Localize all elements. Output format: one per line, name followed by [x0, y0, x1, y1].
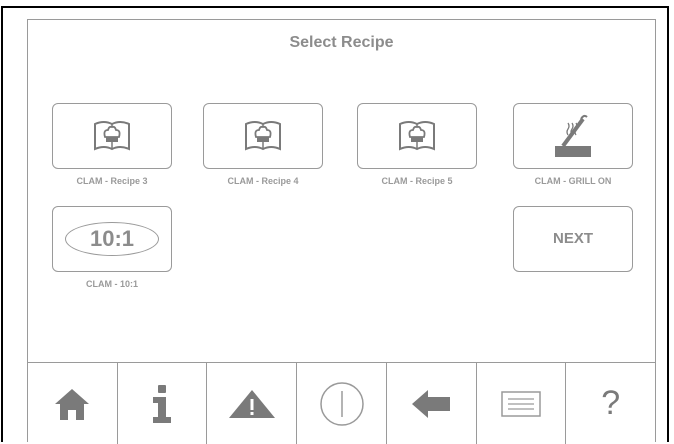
recipe-4-label: CLAM - Recipe 4: [227, 176, 299, 186]
recipe-3-label: CLAM - Recipe 3: [76, 176, 148, 186]
page-title: Select Recipe: [289, 34, 394, 51]
recipe-4-button[interactable]: [203, 103, 323, 169]
warning-icon: [228, 389, 275, 418]
chef-book-icon: [399, 121, 435, 151]
touch-screen: Select Recipe CLAM - Recipe 3 CLAM - Rec…: [27, 19, 656, 444]
recipe-5-button[interactable]: [357, 103, 477, 169]
info-button[interactable]: [118, 363, 208, 444]
grill-icon: [555, 114, 591, 157]
home-icon: [55, 388, 90, 420]
ratio-badge: 10:1: [65, 222, 159, 256]
menu-button[interactable]: [477, 363, 567, 444]
power-button[interactable]: [297, 363, 387, 444]
bottom-nav: ?: [28, 362, 655, 444]
back-button[interactable]: [387, 363, 477, 444]
info-icon: [153, 384, 172, 423]
back-arrow-icon: [412, 389, 451, 418]
recipe-5-label: CLAM - Recipe 5: [381, 176, 453, 186]
menu-list-icon: [501, 390, 541, 417]
help-button[interactable]: ?: [566, 363, 655, 444]
grill-on-label: CLAM - GRILL ON: [534, 176, 612, 186]
recipe-3-button[interactable]: [52, 103, 172, 169]
help-icon: ?: [601, 384, 621, 422]
ratio-10-1-label: CLAM - 10:1: [85, 279, 138, 289]
power-icon: [319, 381, 364, 426]
home-button[interactable]: [28, 363, 118, 444]
chef-book-icon: [94, 121, 130, 151]
next-button[interactable]: NEXT: [513, 206, 633, 272]
chef-book-icon: [245, 121, 281, 151]
ratio-10-1-button[interactable]: 10:1: [52, 206, 172, 272]
next-label: NEXT: [552, 230, 593, 247]
grill-on-button[interactable]: [513, 103, 633, 169]
warning-button[interactable]: [207, 363, 298, 444]
